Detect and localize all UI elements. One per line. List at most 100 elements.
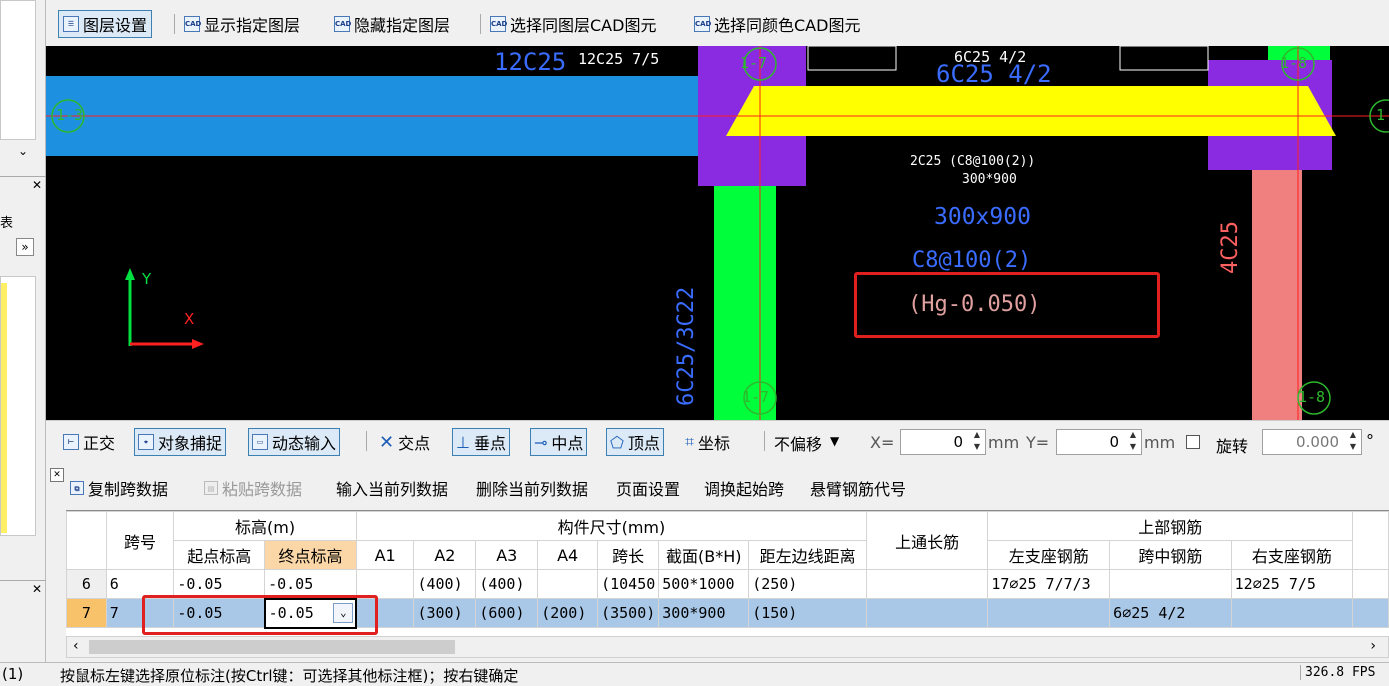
panel-tag: 表: [0, 216, 14, 231]
cell-right-support[interactable]: [1230, 598, 1354, 628]
rotate-label: 旋转: [1216, 437, 1249, 456]
header-a3[interactable]: A3: [475, 540, 539, 570]
header-start-elev[interactable]: 起点标高: [173, 540, 266, 570]
cell-a4[interactable]: [537, 569, 599, 599]
cad-text-section-big[interactable]: 300x900: [934, 204, 1031, 230]
cad-text-stirrup-small[interactable]: 2C25 (C8@100(2)): [910, 154, 1035, 169]
row-number[interactable]: 7: [66, 598, 107, 628]
cell-span-length[interactable]: (10450: [597, 569, 660, 599]
object-snap-button[interactable]: ⌖ 对象捕捉: [134, 428, 227, 456]
header-left-support[interactable]: 左支座钢筋: [987, 540, 1111, 570]
cell-right-support[interactable]: 12⌀25 7/5: [1230, 569, 1354, 599]
cell-span-length[interactable]: (3500): [597, 598, 660, 628]
pink-column[interactable]: [1252, 166, 1302, 420]
swap-start-span-button[interactable]: 调换起始跨: [704, 476, 784, 500]
copy-span-data-button[interactable]: ⧉ 复制跨数据: [70, 476, 168, 500]
cell-mid-span[interactable]: 6⌀25 4/2: [1109, 598, 1232, 628]
header-dimensions[interactable]: 构件尺寸(mm): [355, 511, 868, 541]
cell-a4[interactable]: (200): [537, 598, 599, 628]
cell-left-support[interactable]: [987, 598, 1111, 628]
header-a2[interactable]: A2: [413, 540, 477, 570]
cell-a2[interactable]: (400): [413, 569, 477, 599]
dynamic-input-button[interactable]: ▭ 动态输入: [248, 428, 341, 456]
cell-mid-span[interactable]: [1109, 569, 1232, 599]
header-a1[interactable]: A1: [355, 540, 415, 570]
cell-section[interactable]: 500*1000: [658, 569, 750, 599]
offset-select[interactable]: 不偏移 ▼: [774, 431, 839, 455]
select-same-layer-button[interactable]: CAD 选择同图层CAD图元: [486, 10, 660, 38]
x-spinner-icon[interactable]: ▲ ▼: [970, 429, 984, 455]
axis-label-right: 1: [1376, 106, 1386, 124]
close-icon[interactable]: ✕: [32, 178, 42, 192]
chevron-down-icon[interactable]: ⌄: [18, 144, 28, 158]
header-left-distance[interactable]: 距左边线距离: [748, 540, 867, 570]
perpendicular-snap-button[interactable]: ⊥ 垂点: [452, 428, 510, 456]
header-elevation[interactable]: 标高(m): [173, 511, 357, 541]
left-list[interactable]: [0, 276, 36, 536]
toolbar-divider: [764, 431, 765, 451]
header-top-rebar[interactable]: 上部钢筋: [987, 511, 1354, 541]
y-spinner-icon[interactable]: ▲ ▼: [1126, 429, 1140, 455]
hide-layer-button[interactable]: CAD 隐藏指定图层: [330, 10, 454, 38]
panel-close-icon[interactable]: ✕: [50, 468, 64, 482]
expand-button[interactable]: »: [16, 238, 34, 256]
yellow-selected-beam[interactable]: [726, 86, 1336, 136]
span-data-grid[interactable]: 跨号 标高(m) 构件尺寸(mm) 上通长筋 上部钢筋 起点标高 终点标高 A1…: [66, 510, 1389, 636]
scroll-left-icon[interactable]: ‹: [73, 638, 79, 654]
show-layer-button[interactable]: CAD 显示指定图层: [180, 10, 304, 38]
vertex-icon: ⬠: [610, 432, 624, 452]
cell-section[interactable]: 300*900: [658, 598, 750, 628]
cad-text-12c25-small[interactable]: 12C25 7/5: [578, 50, 659, 68]
header-span-no[interactable]: 跨号: [105, 511, 175, 570]
row-number[interactable]: 6: [66, 569, 107, 599]
vertex-snap-button[interactable]: ⬠ 顶点: [606, 428, 664, 456]
header-end-elev[interactable]: 终点标高: [264, 540, 357, 570]
page-settings-button[interactable]: 页面设置: [616, 476, 680, 500]
y-label: Y=: [1026, 433, 1050, 452]
ortho-icon: ⊢: [63, 434, 79, 450]
header-right-support[interactable]: 右支座钢筋: [1230, 540, 1354, 570]
cad-drawing-canvas[interactable]: 12C25 12C25 7/5 6C25 4/2 6C25 4/2 1-3 1-…: [46, 46, 1389, 420]
select-same-color-button[interactable]: CAD 选择同颜色CAD图元: [690, 10, 864, 38]
intersection-snap-button[interactable]: ✕ 交点: [376, 428, 433, 456]
cantilever-rebar-code-button[interactable]: 悬臂钢筋代号: [810, 476, 906, 500]
cell-left-distance[interactable]: (150): [748, 598, 867, 628]
cell-a3[interactable]: (400): [475, 569, 539, 599]
input-column-data-button[interactable]: 输入当前列数据: [336, 476, 448, 500]
header-top-through[interactable]: 上通长筋: [865, 511, 989, 570]
midpoint-snap-button[interactable]: ⊸ 中点: [530, 428, 588, 456]
header-a4[interactable]: A4: [537, 540, 599, 570]
cell-a2[interactable]: (300): [413, 598, 477, 628]
cad-layer-toolbar: ☰ 图层设置 CAD 显示指定图层 CAD 隐藏指定图层 CAD 选择同图层CA…: [46, 0, 1389, 46]
cell-left-distance[interactable]: (250): [748, 569, 867, 599]
cell-a3[interactable]: (600): [475, 598, 539, 628]
left-scroll-area[interactable]: [0, 0, 36, 140]
cad-text-column-left[interactable]: 6C25/3C22: [674, 287, 699, 406]
cad-text-column-right[interactable]: 4C25: [1218, 221, 1243, 274]
rotate-spinner-icon[interactable]: ▲ ▼: [1346, 429, 1360, 455]
header-mid-span[interactable]: 跨中钢筋: [1109, 540, 1232, 570]
delete-column-data-button[interactable]: 删除当前列数据: [476, 476, 588, 500]
ortho-button[interactable]: ⊢ 正交: [60, 428, 118, 456]
scroll-right-icon[interactable]: ›: [1370, 638, 1376, 654]
header-section[interactable]: 截面(B*H): [658, 540, 750, 570]
horizontal-scrollbar[interactable]: ‹ ›: [66, 636, 1389, 658]
header-span-length[interactable]: 跨长: [597, 540, 660, 570]
cad-text-stirrup-big[interactable]: C8@100(2): [912, 248, 1031, 273]
cad-text-section-small[interactable]: 300*900: [962, 172, 1017, 187]
y-axis-arrow: [125, 268, 135, 280]
scroll-thumb[interactable]: [89, 640, 455, 654]
cell-top-through[interactable]: [865, 598, 989, 628]
cad-text-12c25-big[interactable]: 12C25: [494, 48, 566, 76]
toolbar-divider: [480, 14, 481, 34]
cad-text-6c25-big[interactable]: 6C25 4/2: [936, 60, 1052, 88]
close-icon[interactable]: ✕: [32, 582, 42, 596]
object-snap-icon: ⌖: [138, 434, 154, 450]
highlight-box-elevation: [854, 272, 1160, 338]
layer-settings-button[interactable]: ☰ 图层设置: [58, 10, 153, 38]
cell-top-through[interactable]: [865, 569, 989, 599]
rotate-checkbox[interactable]: [1186, 435, 1200, 449]
paste-span-data-button[interactable]: ▤ 粘贴跨数据: [204, 476, 302, 500]
coordinate-snap-button[interactable]: ⌗ 坐标: [682, 428, 733, 456]
cell-left-support[interactable]: 17⌀25 7/7/3: [987, 569, 1111, 599]
